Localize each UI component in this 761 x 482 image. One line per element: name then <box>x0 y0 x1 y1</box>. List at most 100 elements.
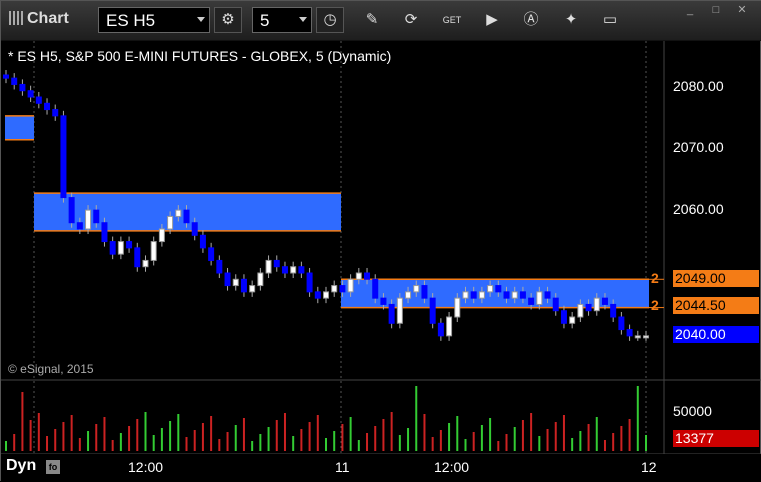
price-tick: 2080.00 <box>673 78 724 94</box>
candle-body <box>372 278 379 299</box>
candle-body <box>76 222 83 230</box>
candle-body <box>405 291 412 299</box>
candle-body <box>117 241 124 255</box>
candle-body <box>478 291 485 299</box>
candle-body <box>240 278 247 293</box>
zone <box>5 115 34 140</box>
volume-tick: 50000 <box>673 403 712 419</box>
chart-title: * ES H5, S&P 500 E-MINI FUTURES - GLOBEX… <box>8 48 392 64</box>
dyn-label[interactable]: Dyn <box>6 457 36 475</box>
candle-body <box>495 285 502 293</box>
candle-body <box>44 102 51 111</box>
candle-body <box>314 291 321 299</box>
candle-body <box>3 74 9 79</box>
candle-body <box>634 335 641 339</box>
candle-body <box>643 335 649 339</box>
candle-body <box>142 259 149 268</box>
candle-body <box>11 77 18 85</box>
candle-body <box>519 291 526 299</box>
candle-body <box>437 322 444 337</box>
candle-body <box>208 247 215 261</box>
candle-body <box>68 197 75 224</box>
candle-body <box>528 297 535 305</box>
candle-body <box>462 291 469 299</box>
candle-body <box>511 291 518 299</box>
candle-body <box>298 266 305 274</box>
candle-body <box>167 215 174 230</box>
candle-body <box>569 316 576 324</box>
candle-body <box>470 291 477 299</box>
candle-body <box>323 291 329 299</box>
candle-body <box>413 285 420 293</box>
time-tick: 12 <box>641 459 657 475</box>
candle-body <box>101 222 108 243</box>
candle-body <box>421 285 428 299</box>
copyright: © eSignal, 2015 <box>8 362 94 376</box>
candle-body <box>339 285 346 293</box>
candle-body <box>306 272 313 293</box>
candle-body <box>552 297 559 312</box>
candle-body <box>273 259 280 268</box>
candle-body <box>281 266 288 274</box>
price-tick: 2070.00 <box>673 139 724 155</box>
zone-marker: 2 <box>651 270 659 286</box>
candle-body <box>249 285 256 293</box>
candle-body <box>19 83 26 92</box>
candle-body <box>503 291 510 299</box>
candle-body <box>454 297 461 318</box>
candle-body <box>27 90 34 98</box>
candle-body <box>446 316 453 337</box>
candle-body <box>560 310 567 324</box>
last-price-tag: 2040.00 <box>673 326 759 343</box>
zone-marker: 2 <box>651 297 659 313</box>
candle-body <box>577 303 584 318</box>
candle-body <box>158 228 165 243</box>
chart-window: Chart ES H5 ⚙ 5 ◷ ✎ ⟳ GET ▶ Ⓐ ✦ ▭ _ □ ✕ … <box>0 0 761 482</box>
price-tick: 2060.00 <box>673 201 724 217</box>
candle-body <box>626 329 633 337</box>
candle-body <box>150 241 157 261</box>
candle-body <box>109 241 116 255</box>
candle-body <box>487 285 494 293</box>
candle-body <box>93 209 100 224</box>
candle-body <box>257 272 264 287</box>
candle-body <box>265 259 272 274</box>
candle-body <box>52 109 59 117</box>
candle-body <box>536 291 543 305</box>
candle-body <box>585 303 592 312</box>
price-tag: 2044.50 <box>673 297 759 314</box>
candle-body <box>544 291 551 299</box>
candle-body <box>126 241 133 249</box>
candle-body <box>355 272 362 280</box>
candle-body <box>429 297 436 324</box>
price-tag: 2049.00 <box>673 270 759 287</box>
candle-body <box>216 259 223 274</box>
candle-body <box>347 278 354 293</box>
candle-body <box>601 297 608 305</box>
lock-icon[interactable]: fo <box>46 460 60 474</box>
candle-body <box>232 278 239 287</box>
candle-body <box>388 303 395 324</box>
candle-body <box>175 209 182 217</box>
volume-tag: 13377 <box>673 430 759 447</box>
candle-body <box>380 297 387 305</box>
candle-body <box>593 297 600 312</box>
candle-body <box>191 222 198 236</box>
candle-body <box>396 297 403 324</box>
candle-body <box>364 272 371 280</box>
candle-body <box>134 247 141 268</box>
candle-body <box>60 115 67 199</box>
candle-body <box>183 209 190 224</box>
price-chart[interactable] <box>1 1 761 482</box>
candle-body <box>331 285 338 293</box>
candle-body <box>610 303 617 318</box>
candle-body <box>85 209 92 230</box>
candle-body <box>199 234 206 249</box>
candle-body <box>290 266 297 274</box>
time-tick: 12:00 <box>434 459 470 475</box>
candle-body <box>224 272 231 287</box>
candle-body <box>618 316 625 331</box>
time-tick: 11 <box>335 459 350 475</box>
time-tick: 12:00 <box>128 459 164 475</box>
candle-body <box>35 96 42 104</box>
